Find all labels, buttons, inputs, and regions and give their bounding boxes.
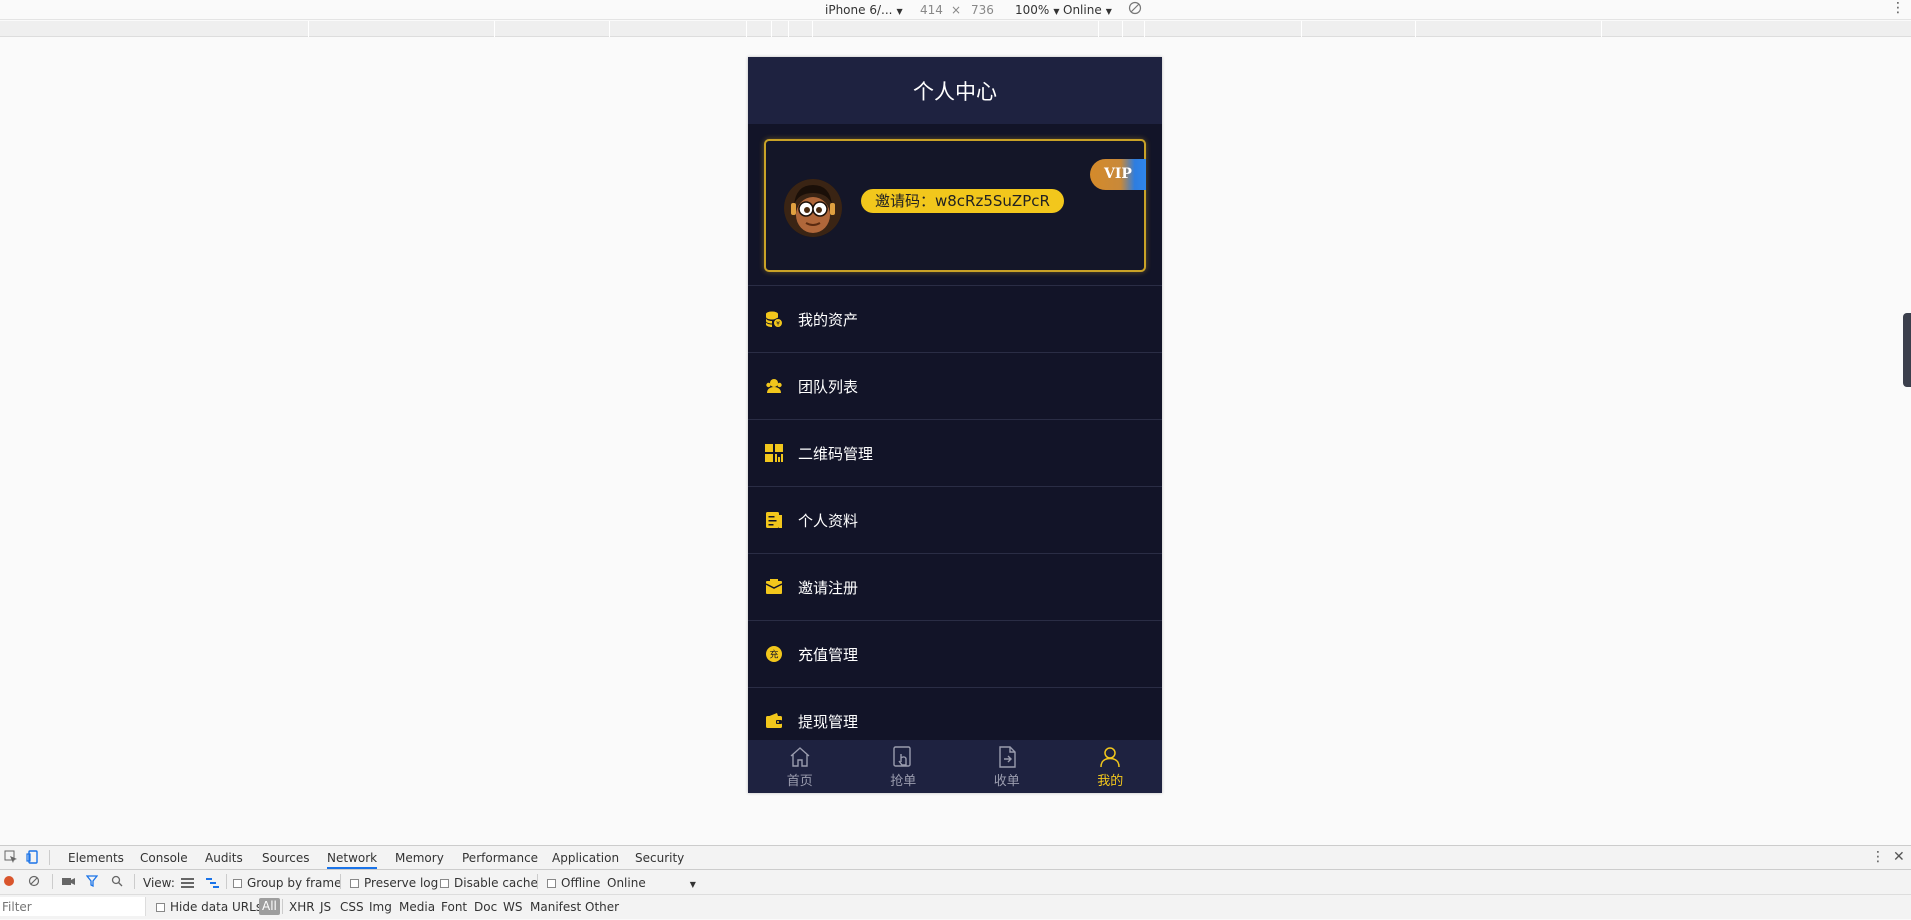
type-filter-media[interactable]: Media	[399, 900, 435, 914]
invite-mail-icon	[765, 578, 783, 596]
zoom-select[interactable]: 100% ▼	[1015, 3, 1059, 17]
network-toolbar: View: Group by frame Preserve log Disabl…	[0, 870, 1911, 895]
tab-label: 收单	[993, 773, 1020, 789]
record-icon[interactable]	[3, 875, 15, 890]
type-filter-js[interactable]: JS	[320, 900, 331, 914]
filter-bar: Hide data URLs All XHR JS CSS Img Media …	[0, 895, 1911, 920]
tab-security[interactable]: Security	[635, 851, 684, 865]
type-filter-other[interactable]: Other	[585, 900, 619, 914]
receive-order-icon	[999, 745, 1016, 768]
menu-item-label: 二维码管理	[798, 444, 874, 463]
viewport-height-input[interactable]: 736	[971, 3, 994, 17]
filter-input[interactable]	[0, 897, 146, 916]
resize-handle[interactable]	[1903, 313, 1911, 387]
tab-application[interactable]: Application	[552, 851, 619, 865]
type-filter-img[interactable]: Img	[369, 900, 392, 914]
type-filter-ws[interactable]: WS	[503, 900, 522, 914]
tab-grab-order[interactable]: 抢单	[852, 740, 956, 793]
bottom-tab-bar: 首页 抢单 收单 我的	[748, 740, 1162, 793]
tab-receive-order[interactable]: 收单	[955, 740, 1059, 793]
wallet-icon	[765, 712, 783, 730]
inspect-element-icon[interactable]	[4, 850, 18, 864]
vip-badge: VIP	[1090, 159, 1146, 190]
user-icon	[1100, 746, 1120, 767]
menu-item-label: 个人资料	[798, 511, 859, 530]
rotate-icon[interactable]	[1128, 1, 1142, 18]
more-options-icon[interactable]: ⋮	[1891, 1, 1905, 15]
screenshot-icon[interactable]	[62, 875, 75, 890]
home-icon	[790, 746, 810, 767]
network-throttle-select[interactable]: Online ▼	[607, 876, 696, 890]
menu-item-my-assets[interactable]: ¥ 我的资产	[748, 286, 1162, 353]
clear-icon[interactable]	[28, 875, 40, 890]
tab-label: 抢单	[890, 773, 917, 789]
coins-icon: ¥	[765, 310, 783, 328]
hide-data-urls-checkbox[interactable]: Hide data URLs	[156, 900, 262, 914]
viewport-width-input[interactable]: 414	[920, 3, 943, 17]
profile-card: 邀请码：w8cRz5SuZPcR VIP	[764, 139, 1146, 272]
tab-sources[interactable]: Sources	[262, 851, 309, 865]
preserve-log-checkbox[interactable]: Preserve log	[350, 876, 438, 890]
type-filter-xhr[interactable]: XHR	[289, 900, 315, 914]
menu-item-withdraw[interactable]: 提现管理	[748, 688, 1162, 739]
svg-text:¥: ¥	[776, 321, 780, 328]
dimension-separator: ×	[951, 3, 962, 17]
filter-icon[interactable]	[85, 875, 99, 890]
tab-network[interactable]: Network	[327, 851, 378, 869]
menu-list: ¥ 我的资产 团队列表 二维码管理 个人资料 邀请注册 充 充值管理 提现管理	[748, 286, 1162, 739]
close-devtools-icon[interactable]: ✕	[1893, 849, 1905, 865]
media-query-ruler	[0, 21, 1911, 37]
waterfall-icon[interactable]	[206, 877, 219, 891]
devtools-panel: Elements Console Audits Sources Network …	[0, 845, 1911, 919]
profile-doc-icon	[765, 511, 783, 529]
devtools-menu-icon[interactable]: ⋮	[1871, 849, 1885, 865]
qrcode-icon	[765, 444, 783, 462]
device-toolbar: iPhone 6/... ▼ 414 × 736 100% ▼ Online ▼ ⋮	[0, 0, 1911, 20]
type-filter-all[interactable]: All	[259, 898, 280, 915]
tab-console[interactable]: Console	[140, 851, 188, 865]
menu-item-label: 邀请注册	[798, 578, 859, 597]
device-mode-icon[interactable]	[26, 850, 40, 864]
type-filter-font[interactable]: Font	[441, 900, 467, 914]
disable-cache-checkbox[interactable]: Disable cache	[440, 876, 538, 890]
tab-elements[interactable]: Elements	[68, 851, 124, 865]
view-label: View:	[143, 876, 175, 890]
tab-audits[interactable]: Audits	[205, 851, 243, 865]
type-filter-doc[interactable]: Doc	[474, 900, 497, 914]
menu-item-label: 我的资产	[798, 310, 859, 329]
page-title: 个人中心	[913, 79, 997, 104]
tab-mine[interactable]: 我的	[1059, 740, 1163, 793]
throttle-select[interactable]: Online ▼	[1063, 3, 1112, 17]
menu-item-recharge[interactable]: 充 充值管理	[748, 621, 1162, 688]
menu-item-invite-register[interactable]: 邀请注册	[748, 554, 1162, 621]
menu-item-label: 充值管理	[798, 645, 859, 664]
mobile-viewport: 个人中心 邀请码：w8cRz5SuZPcR VIP ¥ 我的资产 团队列表 二维…	[748, 57, 1162, 793]
recharge-icon: 充	[765, 645, 783, 663]
tab-label: 我的	[1097, 773, 1124, 789]
device-select[interactable]: iPhone 6/... ▼	[825, 3, 903, 17]
group-by-frame-checkbox[interactable]: Group by frame	[233, 876, 341, 890]
tab-label: 首页	[786, 773, 813, 789]
tab-memory[interactable]: Memory	[395, 851, 444, 865]
tab-home[interactable]: 首页	[748, 740, 852, 793]
tab-performance[interactable]: Performance	[462, 851, 538, 865]
large-rows-icon[interactable]	[181, 877, 194, 891]
page-header: 个人中心	[748, 57, 1162, 124]
menu-item-label: 团队列表	[798, 377, 859, 396]
menu-item-profile[interactable]: 个人资料	[748, 487, 1162, 554]
search-icon[interactable]	[111, 875, 123, 890]
svg-text:充: 充	[769, 649, 778, 661]
type-filter-manifest[interactable]: Manifest	[530, 900, 581, 914]
offline-checkbox[interactable]: Offline	[547, 876, 600, 890]
devtools-tab-bar: Elements Console Audits Sources Network …	[0, 846, 1911, 870]
type-filter-css[interactable]: CSS	[340, 900, 364, 914]
menu-item-team-list[interactable]: 团队列表	[748, 353, 1162, 420]
team-icon	[765, 377, 783, 395]
grab-order-icon	[893, 745, 911, 767]
avatar[interactable]	[784, 179, 842, 237]
menu-item-label: 提现管理	[798, 712, 859, 731]
menu-item-qrcode[interactable]: 二维码管理	[748, 420, 1162, 487]
invite-code-badge[interactable]: 邀请码：w8cRz5SuZPcR	[861, 189, 1064, 213]
profile-section: 邀请码：w8cRz5SuZPcR VIP	[748, 124, 1162, 286]
